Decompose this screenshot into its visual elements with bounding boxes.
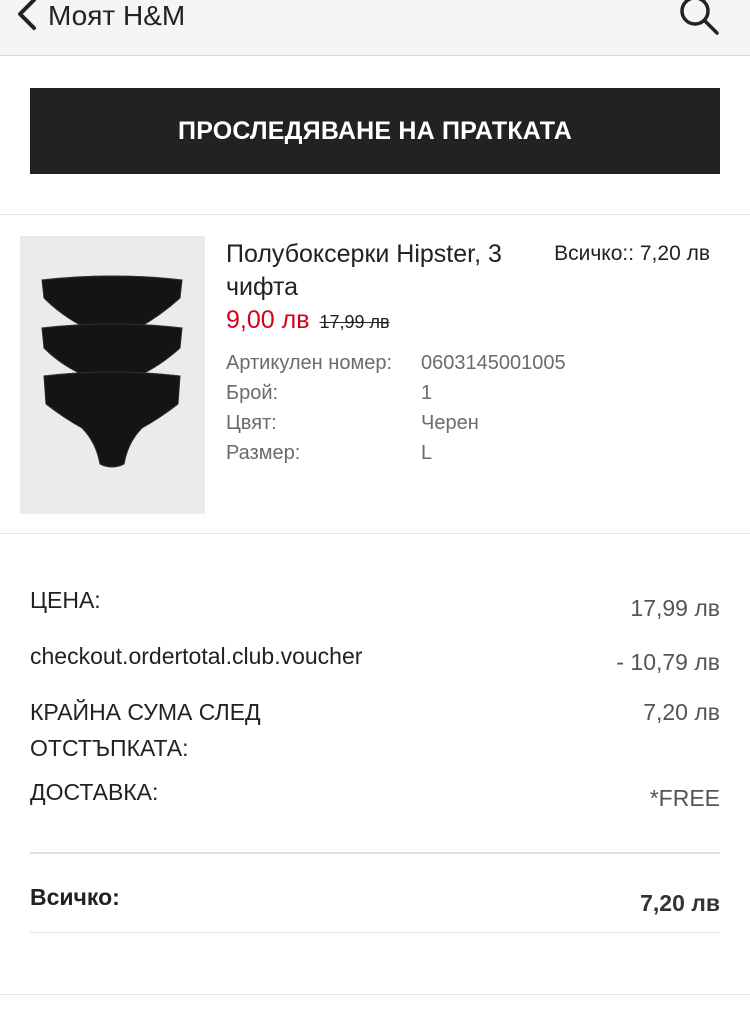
detail-row-quantity: Брой: 1: [226, 378, 566, 408]
divider: [0, 533, 750, 534]
divider: [30, 852, 720, 854]
summary-value: 7,20 лв: [643, 699, 720, 725]
detail-label: Брой:: [226, 381, 279, 404]
price-row: 9,00 лв 17,99 лв: [226, 306, 390, 335]
grand-total-value: 7,20 лв: [640, 890, 720, 916]
back-label: Моят H&M: [48, 0, 186, 31]
search-button[interactable]: [678, 0, 720, 36]
top-nav-bar: Моят H&M: [0, 0, 750, 56]
detail-label: Размер:: [226, 441, 301, 464]
detail-value: L: [421, 441, 433, 464]
summary-label: ЦЕНА:: [30, 587, 101, 613]
detail-label: Цвят:: [226, 411, 277, 434]
detail-value: 1: [421, 381, 433, 404]
chevron-left-icon: [14, 0, 40, 36]
product-details: Артикулен номер: 0603145001005 Брой: 1 Ц…: [226, 348, 566, 468]
summary-value: 17,99 лв: [630, 595, 720, 621]
track-shipment-button[interactable]: ПРОСЛЕДЯВАНЕ НА ПРАТКАТА: [30, 88, 720, 174]
detail-label: Артикулен номер:: [226, 351, 393, 374]
divider: [0, 994, 750, 995]
detail-row-color: Цвят: Черен: [226, 408, 566, 438]
sale-price: 9,00 лв: [226, 306, 310, 334]
divider: [0, 214, 750, 215]
back-button[interactable]: Моят H&M: [14, 0, 185, 36]
detail-value: 0603145001005: [421, 351, 566, 374]
summary-value: - 10,79 лв: [616, 649, 720, 675]
grand-total-label: Всичко:: [30, 884, 120, 910]
divider: [30, 932, 720, 933]
detail-row-size: Размер: L: [226, 438, 566, 468]
item-total: Всичко:: 7,20 лв: [554, 242, 710, 265]
summary-value: *FREE: [649, 785, 720, 811]
product-name[interactable]: Полубоксерки Hipster, 3 чифта: [226, 238, 526, 304]
summary-label: checkout.ordertotal.club.voucher: [30, 643, 363, 669]
detail-row-article: Артикулен номер: 0603145001005: [226, 348, 566, 378]
summary-label: ДОСТАВКА:: [30, 779, 159, 805]
summary-label: КРАЙНА СУМА СЛЕД ОТСТЪПКАТА:: [30, 699, 261, 761]
detail-value: Черен: [421, 411, 479, 434]
search-icon: [678, 0, 720, 40]
original-price: 17,99 лв: [319, 312, 390, 332]
product-image[interactable]: [20, 236, 205, 514]
